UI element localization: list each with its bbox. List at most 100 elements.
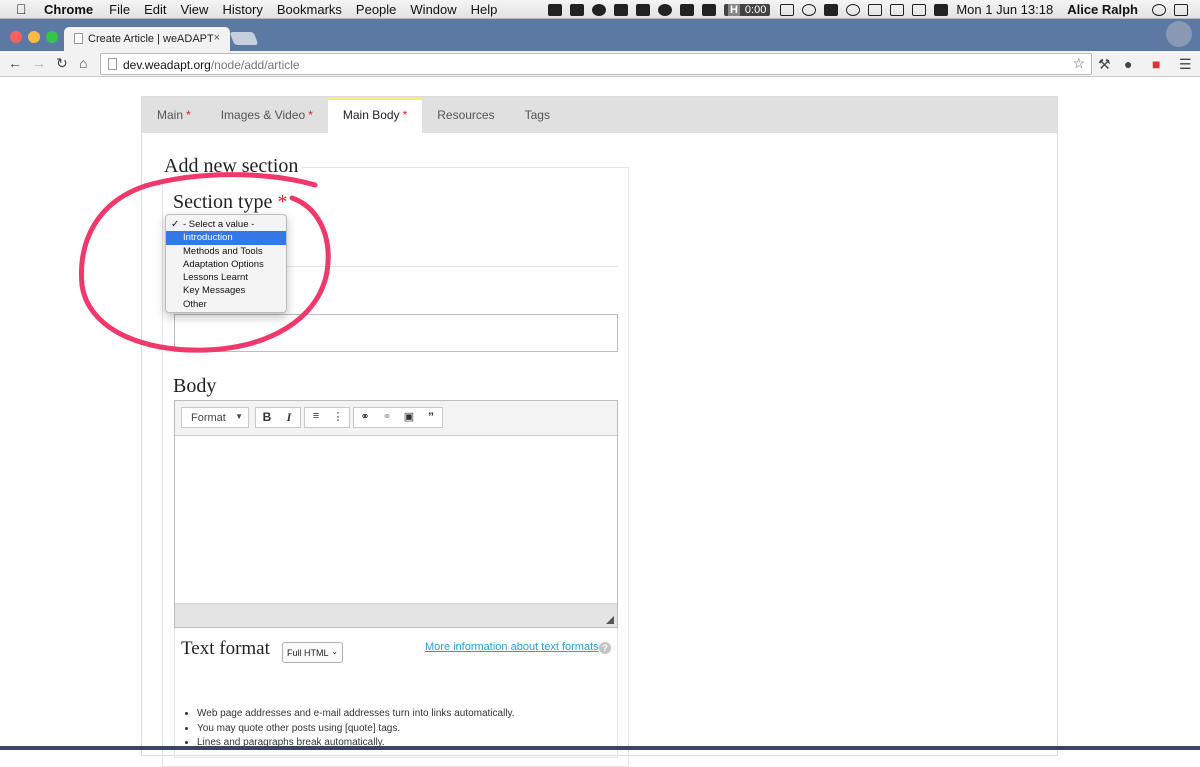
bookmark-star-icon[interactable]: ☆	[1072, 55, 1085, 72]
fieldset-legend: Add new section	[160, 155, 303, 178]
tab-images-video[interactable]: Images & Video *	[206, 97, 328, 133]
tab-close-icon[interactable]: ×	[214, 32, 220, 44]
menu-window[interactable]: Window	[410, 2, 456, 17]
option-key-messages[interactable]: Key Messages	[166, 284, 286, 297]
more-info-link[interactable]: More information about text formats	[425, 641, 599, 653]
numbered-list-icon[interactable]: ≡	[305, 408, 327, 427]
new-tab-button[interactable]	[229, 32, 259, 45]
section-type-text: Section type	[173, 191, 273, 213]
list-group: ≡ ⋮	[304, 407, 350, 428]
option-label: - Select a value -	[183, 219, 255, 230]
browser-toolbar: ← → ↻ ⌂ dev.weadapt.org/node/add/article…	[0, 51, 1200, 77]
tab-main[interactable]: Main *	[142, 97, 206, 133]
resize-grip-icon[interactable]	[606, 616, 614, 624]
timer-label: H	[727, 3, 740, 16]
apple-icon[interactable]: 	[16, 1, 27, 17]
blockquote-icon[interactable]: ”	[420, 408, 442, 427]
url-path: /node/add/article	[210, 58, 300, 72]
forward-arrow-icon[interactable]: →	[32, 55, 46, 71]
body-editor[interactable]: Format ▼ B I ≡ ⋮ ⚭ ⚭ ▣ ”	[174, 400, 618, 628]
menu-bookmarks[interactable]: Bookmarks	[277, 2, 342, 17]
format-dropdown[interactable]: Format ▼	[181, 407, 249, 428]
required-mark: *	[277, 191, 288, 213]
menu-file[interactable]: File	[109, 2, 130, 17]
option-label: Other	[183, 298, 207, 310]
date-time[interactable]: Mon 1 Jun 13:18	[956, 2, 1053, 17]
checkmark-icon: ✓	[171, 219, 180, 230]
menu-app-name[interactable]: Chrome	[44, 2, 93, 17]
reload-icon[interactable]: ↻	[56, 55, 68, 72]
time-machine-icon[interactable]	[846, 3, 861, 16]
wifi-icon[interactable]	[890, 3, 905, 16]
drive-icon[interactable]	[569, 3, 584, 16]
elephant-icon[interactable]	[701, 3, 716, 16]
hat-icon[interactable]	[657, 3, 672, 16]
battery-icon[interactable]	[912, 3, 927, 16]
window-minimize-button[interactable]	[28, 31, 40, 43]
format-tip: You may quote other posts using [quote] …	[197, 722, 515, 737]
user-name[interactable]: Alice Ralph	[1067, 2, 1138, 17]
window-zoom-button[interactable]	[46, 31, 58, 43]
required-mark: *	[402, 108, 408, 122]
bold-icon[interactable]: B	[256, 408, 278, 427]
caret-down-icon: ▼	[235, 412, 243, 421]
option-label: Lessons Learnt	[183, 272, 248, 284]
truck-icon[interactable]	[635, 3, 650, 16]
section-title-input[interactable]	[174, 314, 618, 352]
evernote-icon[interactable]	[679, 3, 694, 16]
paw-icon[interactable]	[824, 3, 839, 16]
browser-tab-active[interactable]: Create Article | weADAPT ×	[64, 27, 230, 51]
text-format-select[interactable]: Full HTML ⌄	[282, 642, 343, 663]
bluetooth-icon[interactable]	[868, 3, 883, 16]
timer-value: 0:00	[744, 3, 767, 16]
option-label: Methods and Tools	[183, 245, 263, 257]
option-select-value[interactable]: ✓ - Select a value -	[166, 218, 286, 231]
option-adaptation-options[interactable]: Adaptation Options	[166, 258, 286, 271]
menu-history[interactable]: History	[222, 2, 262, 17]
option-label: Introduction	[183, 232, 233, 244]
address-bar[interactable]: dev.weadapt.org/node/add/article ☆	[100, 53, 1092, 75]
tab-main-body[interactable]: Main Body *	[327, 97, 423, 133]
skype-icon[interactable]	[780, 3, 795, 16]
menu-edit[interactable]: Edit	[144, 2, 166, 17]
bulleted-list-icon[interactable]: ⋮	[327, 408, 349, 427]
chrome-menu-icon[interactable]: ☰	[1179, 56, 1192, 73]
option-introduction[interactable]: Introduction	[166, 231, 286, 245]
window-close-button[interactable]	[10, 31, 22, 43]
timer-badge[interactable]: H 0:00	[723, 3, 771, 16]
volume-icon[interactable]	[934, 3, 949, 16]
creative-cloud-icon[interactable]	[591, 3, 606, 16]
notification-list-icon[interactable]	[1174, 3, 1188, 16]
tab-tags[interactable]: Tags	[510, 97, 565, 133]
help-icon[interactable]: ?	[599, 642, 611, 654]
arrow-status-icon[interactable]	[547, 3, 562, 16]
incognito-icon	[1166, 21, 1192, 47]
tab-resources[interactable]: Resources	[422, 97, 509, 133]
tab-strip: Create Article | weADAPT ×	[0, 19, 1200, 51]
format-tips: Web page addresses and e-mail addresses …	[197, 707, 515, 751]
tab-images-video-label: Images & Video	[220, 108, 306, 122]
menu-view[interactable]: View	[180, 2, 208, 17]
option-other[interactable]: Other	[166, 298, 286, 311]
tab-tags-label: Tags	[524, 108, 550, 122]
block-icon[interactable]	[802, 3, 817, 16]
article-form: Main * Images & Video * Main Body * Resourc…	[141, 96, 1058, 767]
text-style-group: B I	[255, 407, 301, 428]
link-icon[interactable]: ⚭	[354, 408, 376, 427]
unlink-icon[interactable]: ⚭	[376, 408, 398, 427]
text-format-label: Text format	[181, 638, 270, 659]
lightbulb-extension-icon[interactable]: ●	[1124, 56, 1132, 72]
image-icon[interactable]: ▣	[398, 408, 420, 427]
spotlight-search-icon[interactable]	[1152, 3, 1166, 16]
red-extension-icon[interactable]: ■	[1152, 56, 1160, 72]
menu-people[interactable]: People	[356, 2, 396, 17]
italic-icon[interactable]: I	[278, 408, 300, 427]
wrench-extension-icon[interactable]: ⚒	[1098, 56, 1111, 73]
option-methods-and-tools[interactable]: Methods and Tools	[166, 245, 286, 258]
page-info-icon[interactable]	[108, 58, 117, 70]
back-arrow-icon[interactable]: ←	[8, 55, 22, 71]
home-icon[interactable]: ⌂	[79, 55, 87, 71]
option-lessons-learnt[interactable]: Lessons Learnt	[166, 271, 286, 284]
tool-icon[interactable]	[613, 3, 628, 16]
menu-help[interactable]: Help	[471, 2, 498, 17]
